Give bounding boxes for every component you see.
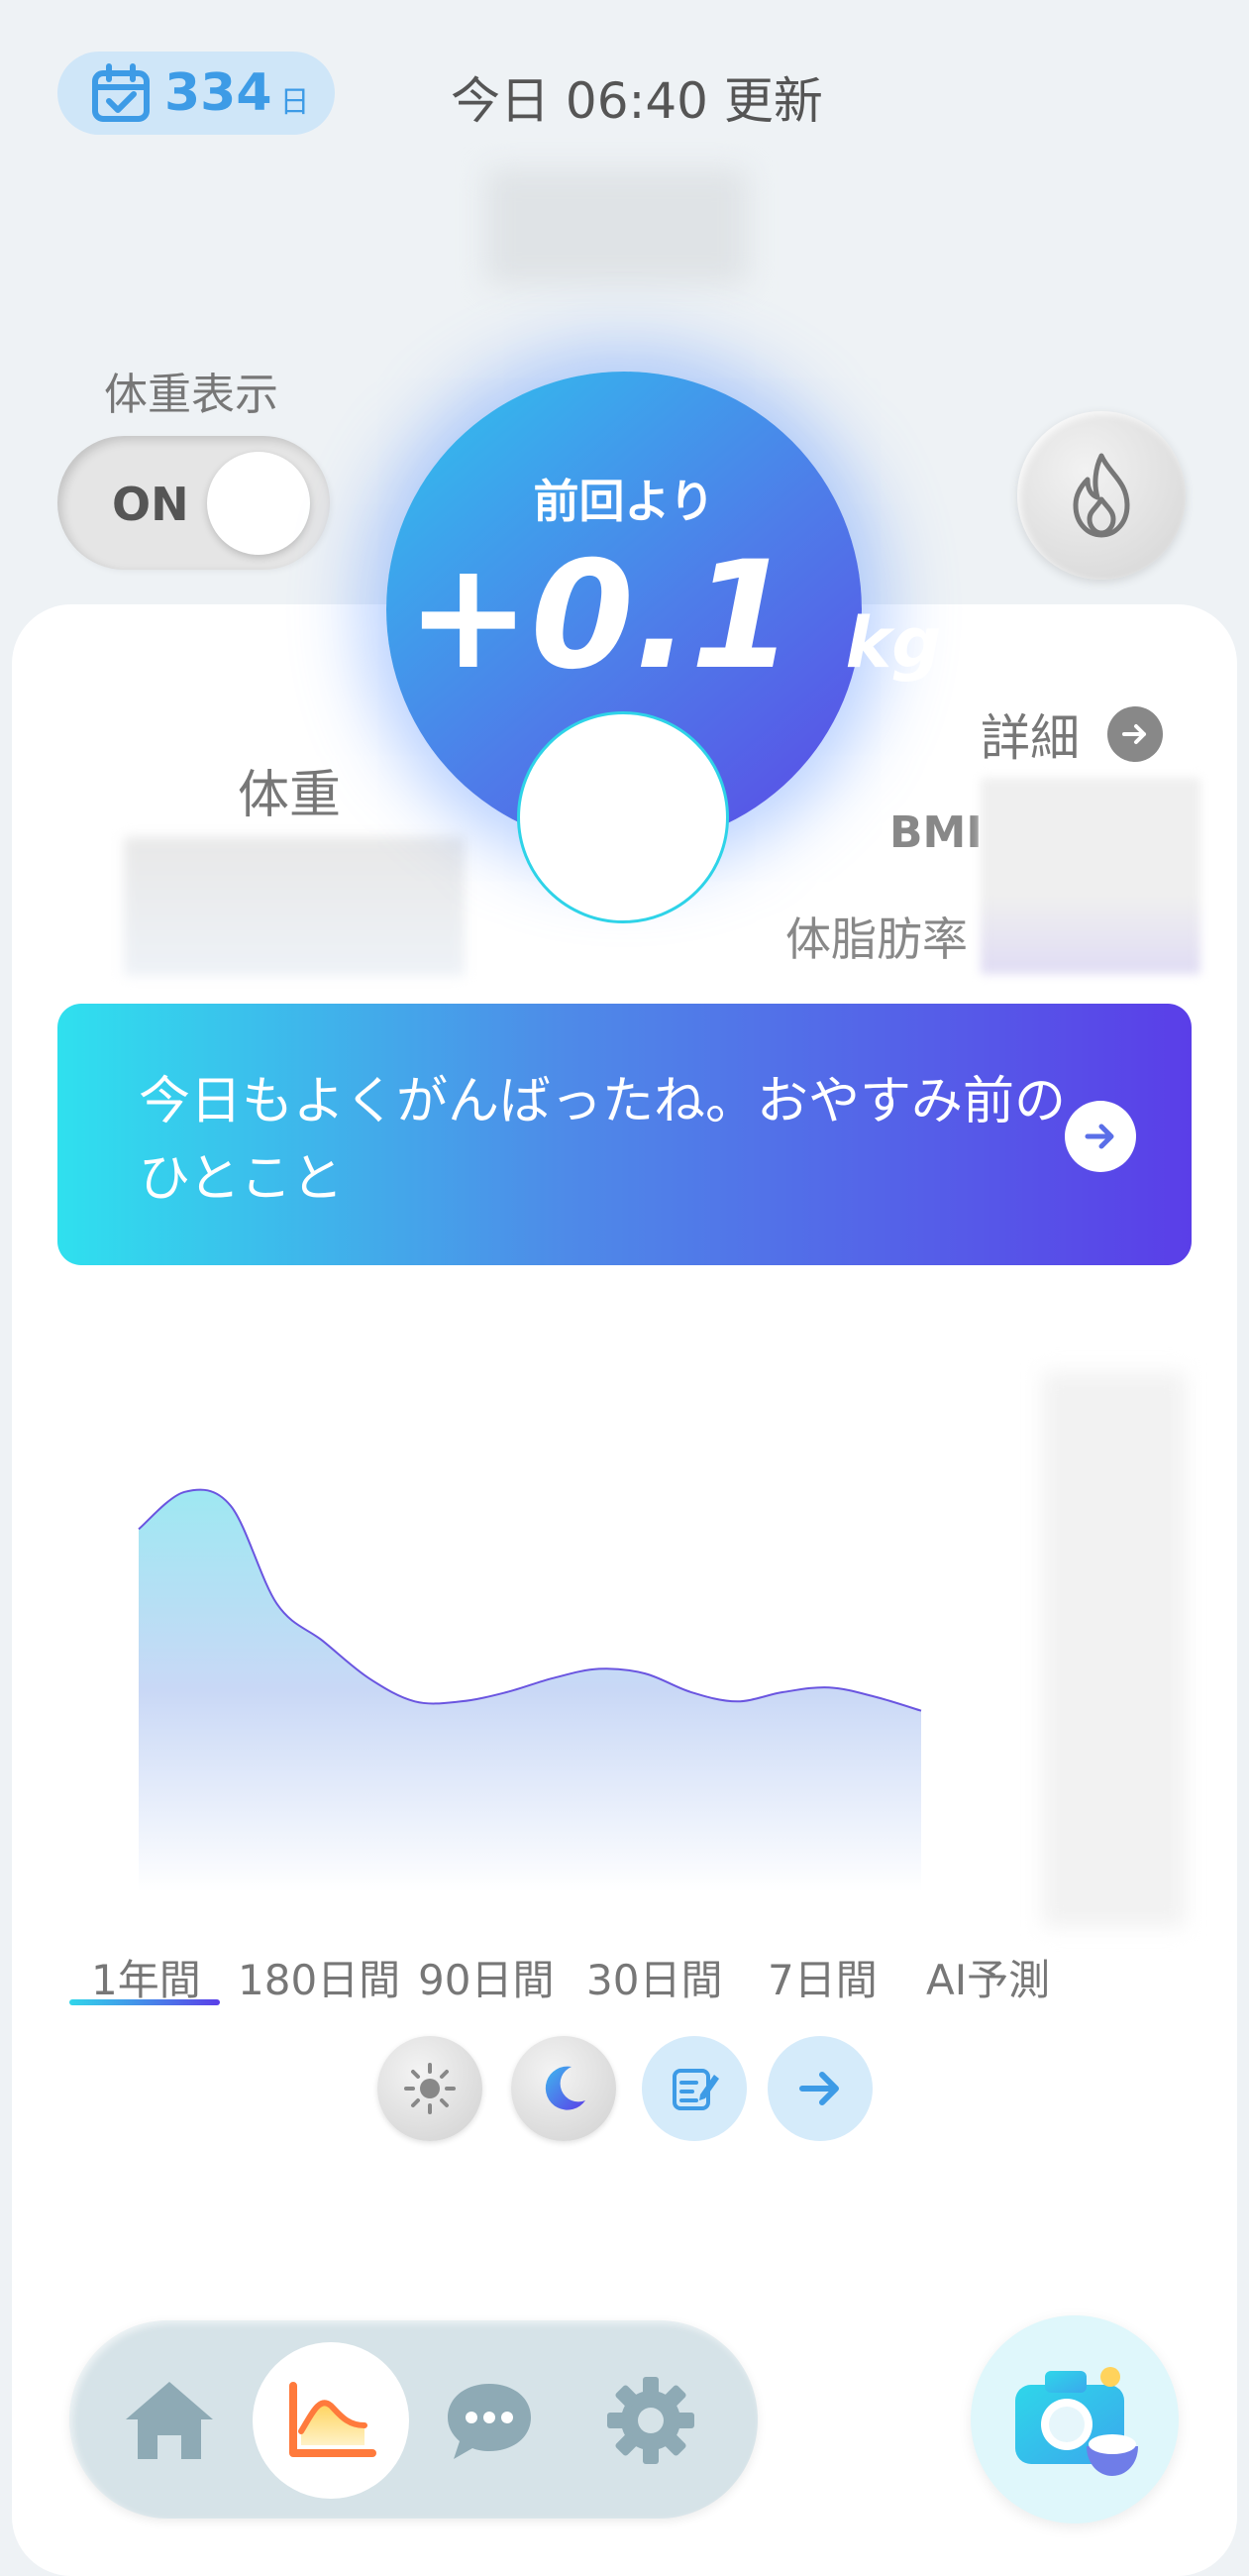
tab-180-days[interactable]: 180日間 [238,1947,400,2007]
arrow-right-icon [799,2072,839,2105]
tab-30-days[interactable]: 30日間 [586,1947,722,2007]
weight-label: 体重 [238,766,342,825]
blurred-weight-value [124,837,465,976]
sun-icon [404,2063,456,2114]
fire-icon [1073,453,1130,538]
bottom-navigation [69,2320,758,2519]
tab-ai-prediction[interactable]: AI予測 [926,1947,1050,2007]
nav-chat[interactable] [411,2342,568,2499]
night-filter-button[interactable] [511,2036,616,2141]
detail-link[interactable]: 詳細 [981,698,1163,770]
calorie-button[interactable] [1017,411,1186,580]
weight-change-unit: kg [845,602,942,684]
nav-home[interactable] [91,2342,248,2499]
next-button[interactable] [768,2036,873,2141]
last-updated-text: 今日 06:40 更新 [451,72,823,130]
weight-change-value: +0.1 kg [406,530,942,702]
graph-icon [289,2382,376,2457]
nav-settings[interactable] [572,2342,729,2499]
blurred-bmi-values [981,778,1200,974]
plus-icon [552,746,694,889]
chat-icon [448,2384,531,2459]
camera-icon [1015,2367,1138,2476]
detail-label: 詳細 [981,709,1080,767]
range-tabs: 1年間 180日間 90日間 30日間 7日間 AI予測 [59,1947,1099,2026]
blurred-y-axis-labels [1042,1372,1186,1927]
body-fat-label: 体脂肪率 [785,912,968,966]
streak-days-badge[interactable]: 334 日 [57,52,335,135]
active-tab-underline [69,1999,220,2005]
bmi-label: BMI [889,807,983,858]
weight-trend-chart [138,1488,922,1892]
toggle-state-label: ON [112,478,189,531]
meal-camera-button[interactable] [971,2315,1179,2523]
calendar-check-icon [92,63,150,122]
message-banner[interactable]: 今日もよくがんばったね。おやすみ前のひとこと [57,1004,1192,1265]
chart-area-fill [139,1489,921,1892]
tab-7-days[interactable]: 7日間 [768,1947,878,2007]
toggle-knob [207,452,310,555]
streak-days-count: 334 [164,63,272,123]
weight-display-label: 体重表示 [104,370,278,420]
memo-icon [673,2069,719,2110]
home-icon [126,2382,213,2459]
tab-90-days[interactable]: 90日間 [418,1947,554,2007]
weight-display-toggle[interactable]: ON [57,436,330,570]
morning-filter-button[interactable] [377,2036,482,2141]
blurred-user-name [485,168,748,285]
moon-icon [545,2066,585,2110]
message-text: 今日もよくがんばったね。おやすみ前のひとこと [139,1072,1067,1209]
tab-1-year[interactable]: 1年間 [91,1947,201,2007]
arrow-right-icon [1065,1101,1136,1172]
add-record-button[interactable] [517,711,729,923]
arrow-right-circle-icon [1107,706,1163,762]
settings-icon [607,2377,694,2464]
streak-days-unit: 日 [279,85,310,120]
weight-change-label: 前回より [533,475,715,528]
memo-button[interactable] [642,2036,747,2141]
nav-graph[interactable] [253,2342,409,2499]
